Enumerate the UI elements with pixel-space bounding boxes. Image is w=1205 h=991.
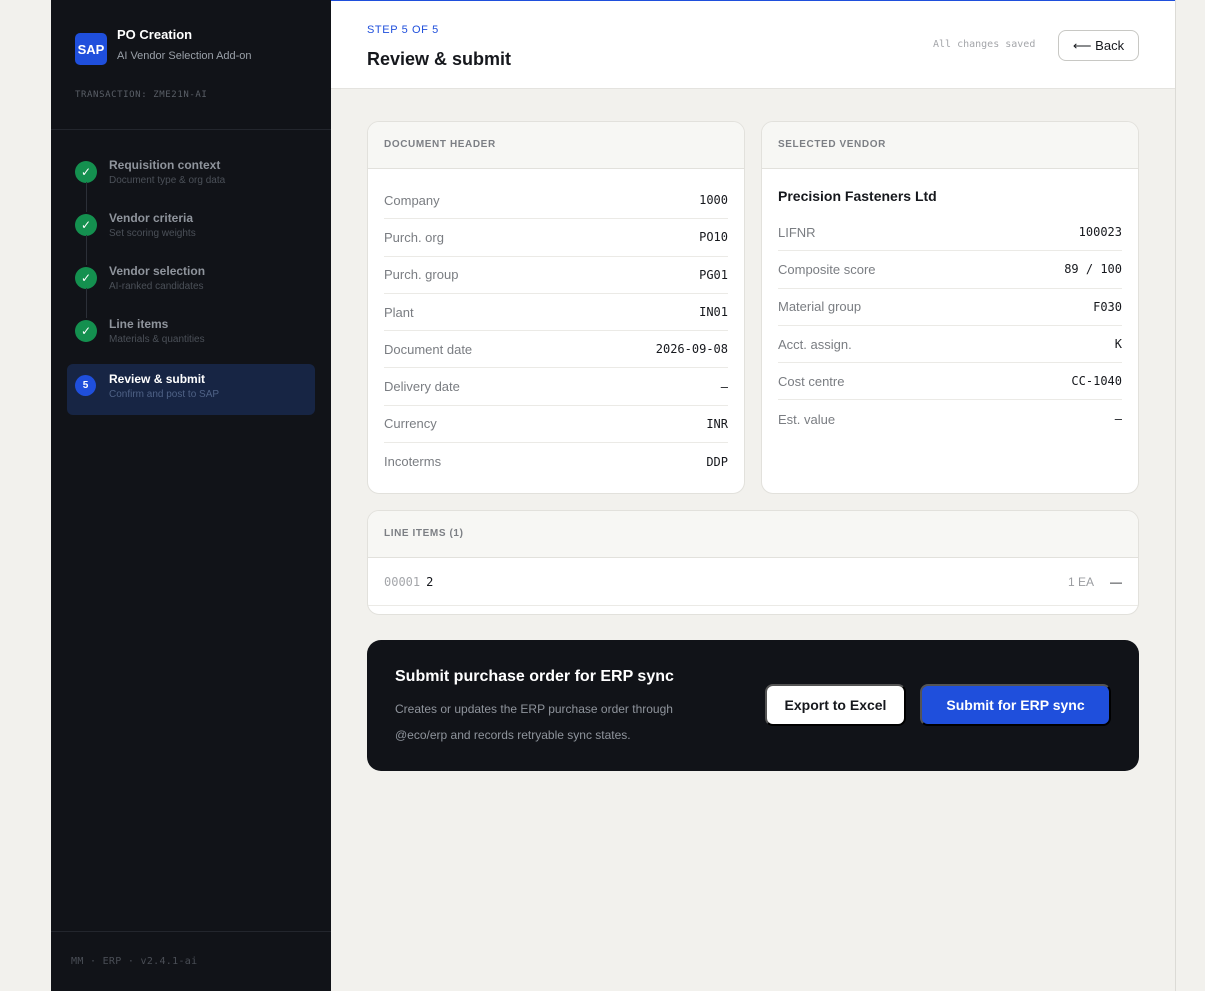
step-title: Review & submit bbox=[109, 372, 206, 386]
vendor-name: Precision Fasteners Ltd bbox=[778, 188, 937, 204]
app-subtitle: AI Vendor Selection Add-on bbox=[117, 50, 252, 62]
check-icon: ✓ bbox=[75, 214, 97, 236]
field-value: INR bbox=[706, 416, 728, 431]
check-icon: ✓ bbox=[75, 161, 97, 183]
save-status: All changes saved bbox=[933, 39, 1036, 50]
step-item-vendor-criteria[interactable]: ✓ Vendor criteria Set scoring weights bbox=[67, 203, 315, 265]
field-label: Currency bbox=[384, 416, 437, 432]
submit-erp-button[interactable]: Submit for ERP sync bbox=[920, 684, 1111, 726]
kv-row: Document date 2026-09-08 bbox=[384, 331, 728, 369]
sidebar: SAP PO Creation AI Vendor Selection Add-… bbox=[51, 0, 331, 991]
field-label: Cost centre bbox=[778, 373, 845, 389]
field-label: Est. value bbox=[778, 411, 836, 427]
submit-panel: Submit purchase order for ERP sync Creat… bbox=[367, 640, 1139, 771]
kv-row: Plant IN01 bbox=[384, 294, 728, 332]
kv-row: Delivery date — bbox=[384, 368, 728, 406]
field-value: DDP bbox=[706, 454, 728, 469]
field-label: Composite score bbox=[778, 261, 876, 277]
submit-title: Submit purchase order for ERP sync bbox=[395, 668, 674, 685]
field-value: IN01 bbox=[699, 305, 728, 320]
brand: SAP PO Creation AI Vendor Selection Add-… bbox=[75, 27, 252, 65]
field-value: 2026-09-08 bbox=[655, 342, 728, 357]
card-heading: LINE ITEMS (1) bbox=[368, 511, 1138, 558]
field-value: 100023 bbox=[1078, 225, 1122, 240]
step-indicator: STEP 5 OF 5 bbox=[367, 24, 439, 36]
line-value: — bbox=[1110, 574, 1122, 589]
field-label: Incoterms bbox=[384, 454, 442, 470]
main-content: STEP 5 OF 5 Review & submit All changes … bbox=[331, 0, 1176, 991]
field-value: K bbox=[1114, 337, 1122, 352]
step-nav: ✓ Requisition context Document type & or… bbox=[67, 150, 315, 415]
step-item-requisition-context[interactable]: ✓ Requisition context Document type & or… bbox=[67, 150, 315, 212]
step-item-review-submit[interactable]: 5 Review & submit Confirm and post to SA… bbox=[67, 364, 315, 415]
kv-row: Cost centre CC-1040 bbox=[778, 363, 1122, 401]
field-label: Acct. assign. bbox=[778, 336, 852, 352]
kv-row: Company 1000 bbox=[384, 182, 728, 220]
kv-row: Est. value — bbox=[778, 400, 1122, 437]
kv-row: Incoterms DDP bbox=[384, 443, 728, 480]
step-title: Vendor selection bbox=[109, 264, 206, 278]
page-title: Review & submit bbox=[367, 49, 512, 69]
line-number: 00001 bbox=[384, 574, 421, 589]
step-subtitle: Materials & quantities bbox=[109, 334, 205, 345]
material-code: 2 bbox=[426, 574, 434, 589]
field-label: Delivery date bbox=[384, 379, 460, 395]
field-label: Plant bbox=[384, 304, 414, 320]
submit-description: Creates or updates the ERP purchase orde… bbox=[395, 702, 673, 742]
card-heading: SELECTED VENDOR bbox=[762, 122, 1138, 169]
quantity: 1 EA bbox=[1067, 574, 1094, 589]
step-subtitle: Confirm and post to SAP bbox=[109, 389, 220, 400]
field-value: — bbox=[1114, 412, 1122, 427]
step-subtitle: Set scoring weights bbox=[109, 228, 196, 239]
field-value: 1000 bbox=[699, 193, 728, 208]
kv-row: Composite score 89 / 100 bbox=[778, 251, 1122, 289]
step-title: Line items bbox=[109, 317, 169, 331]
field-label: Company bbox=[384, 192, 440, 208]
selected-vendor-card: SELECTED VENDOR Precision Fasteners Ltd … bbox=[761, 121, 1139, 494]
field-value: CC-1040 bbox=[1071, 374, 1122, 389]
app-title: PO Creation bbox=[117, 27, 193, 42]
field-label: Document date bbox=[384, 341, 473, 357]
field-value: 89 / 100 bbox=[1064, 262, 1122, 277]
kv-row: Purch. org PO10 bbox=[384, 219, 728, 257]
sidebar-footer-divider bbox=[51, 931, 331, 932]
kv-row: LIFNR 100023 bbox=[778, 214, 1122, 252]
field-label: Purch. group bbox=[384, 267, 459, 283]
step-item-vendor-selection[interactable]: ✓ Vendor selection AI-ranked candidates bbox=[67, 256, 315, 318]
field-value: PG01 bbox=[699, 267, 728, 282]
field-label: LIFNR bbox=[778, 224, 816, 240]
list-item[interactable]: 00001 2 1 EA — bbox=[368, 558, 1138, 606]
kv-row: Currency INR bbox=[384, 406, 728, 444]
document-header-card: DOCUMENT HEADER Company 1000 Purch. org … bbox=[367, 121, 745, 494]
kv-row: Acct. assign. K bbox=[778, 326, 1122, 364]
step-number-badge: 5 bbox=[75, 375, 96, 396]
field-value: F030 bbox=[1093, 299, 1122, 314]
kv-row: Material group F030 bbox=[778, 289, 1122, 326]
step-item-line-items[interactable]: ✓ Line items Materials & quantities bbox=[67, 309, 315, 362]
line-items-card: LINE ITEMS (1) 00001 2 1 EA — bbox=[367, 510, 1139, 615]
back-button[interactable]: ⟵ Back bbox=[1058, 30, 1139, 61]
kv-row: Purch. group PG01 bbox=[384, 257, 728, 294]
version-label: MM · ERP · v2.4.1-ai bbox=[71, 956, 198, 967]
page-header: STEP 5 OF 5 Review & submit All changes … bbox=[331, 0, 1175, 89]
step-subtitle: Document type & org data bbox=[109, 175, 226, 186]
sap-logo: SAP bbox=[75, 33, 107, 65]
sidebar-divider bbox=[51, 129, 331, 130]
field-label: Purch. org bbox=[384, 229, 444, 245]
step-subtitle: AI-ranked candidates bbox=[109, 281, 204, 292]
check-icon: ✓ bbox=[75, 320, 97, 342]
field-value: — bbox=[720, 379, 728, 394]
check-icon: ✓ bbox=[75, 267, 97, 289]
field-value: PO10 bbox=[699, 230, 728, 245]
card-heading: DOCUMENT HEADER bbox=[368, 122, 744, 169]
transaction-code: TRANSACTION: ZME21N-AI bbox=[75, 90, 208, 100]
export-excel-button[interactable]: Export to Excel bbox=[765, 684, 906, 726]
step-title: Requisition context bbox=[109, 158, 221, 172]
step-title: Vendor criteria bbox=[109, 211, 194, 225]
field-label: Material group bbox=[778, 299, 862, 315]
